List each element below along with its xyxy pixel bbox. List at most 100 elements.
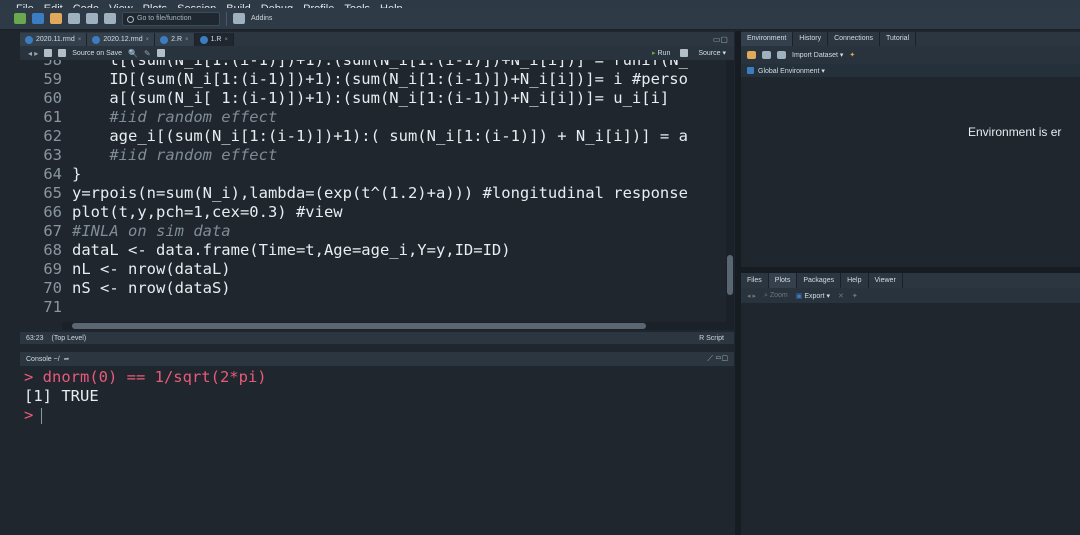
delete-plot-icon[interactable]: ✕ (838, 292, 844, 300)
tab-viewer[interactable]: Viewer (869, 273, 903, 288)
goto-dir-icon[interactable]: ➦ (64, 355, 70, 363)
grid-layout-icon[interactable] (233, 13, 245, 24)
code-text: #INLA on sim data (72, 222, 231, 240)
back-forward-icon[interactable]: ◂ ▸ (28, 49, 38, 58)
pane-window-controls-icon[interactable]: ▭▢ (713, 35, 734, 44)
editor-tab[interactable]: 2020.11.rmd × (20, 33, 88, 46)
print-icon[interactable] (104, 13, 116, 24)
broom-icon[interactable]: ✦ (849, 51, 855, 59)
code-line: 65 y=rpois(n=sum(N_i),lambda=(exp(t^(1.2)… (20, 184, 726, 203)
editor-tab[interactable]: 2.R × (155, 33, 195, 46)
line-number: 70 (43, 279, 62, 297)
code-text: t[(sum(N_i[1:(i-1)])+1):(sum(N_i[1:(i-1)… (72, 60, 688, 69)
main-toolbar: Go to file/function Addins (0, 8, 1080, 30)
tab-files[interactable]: Files (741, 273, 769, 288)
console-output[interactable]: > dnorm(0) == 1/sqrt(2*pi) [1] TRUE > (20, 366, 734, 535)
plots-body (741, 303, 1080, 535)
load-workspace-icon[interactable] (747, 51, 756, 59)
editor-tab[interactable]: 2020.12.rmd × (87, 33, 156, 46)
save-icon[interactable] (68, 13, 80, 24)
code-editor[interactable]: 58 t[(sum(N_i[1:(i-1)])+1):(sum(N_i[1:(i… (20, 60, 726, 330)
console-title[interactable]: Console ~/ (26, 356, 60, 363)
export-button[interactable]: ▣ Export ▾ (796, 292, 830, 300)
clear-plots-icon[interactable]: ✦ (852, 292, 858, 300)
line-number: 65 (43, 184, 62, 202)
code-text: ID[(sum(N_i[1:(i-1)])+1):(sum(N_i[1:(i-1… (72, 70, 688, 88)
plot-back-forward-icon[interactable]: ◂ ▸ (747, 292, 756, 300)
tab-help[interactable]: Help (841, 273, 869, 288)
close-tab-icon[interactable]: × (78, 37, 82, 43)
code-line: 63 #iid random effect (20, 146, 726, 165)
scroll-thumb[interactable] (727, 255, 733, 295)
tab-environment[interactable]: Environment (741, 32, 794, 46)
close-tab-icon[interactable]: × (146, 37, 150, 43)
console-input-line: > (24, 406, 43, 425)
line-number: 62 (43, 127, 62, 145)
tab-plots[interactable]: Plots (768, 273, 798, 288)
editor-status-bar: 63:23 (Top Level) R Script (20, 332, 734, 344)
editor-tab[interactable]: 1.R × (194, 33, 234, 46)
run-button[interactable]: ▸ Run (652, 49, 670, 57)
tab-history[interactable]: History (793, 32, 829, 46)
editor-tabs: 2020.11.rmd × 2020.12.rmd × 2.R × 1.R × (20, 32, 234, 46)
editor-tab-label: 2020.12.rmd (103, 36, 143, 43)
save-all-icon[interactable] (86, 13, 98, 24)
save-workspace-icon[interactable] (762, 51, 771, 59)
console-window-controls-icon[interactable]: ⟋ ▭▢ (707, 354, 734, 364)
addins-menu[interactable]: Addins (251, 15, 272, 22)
import-dataset-button[interactable]: Import Dataset ▾ (792, 51, 843, 59)
code-line: 69 nL <- nrow(dataL) (20, 260, 726, 279)
files-tab-bar: Files Plots Packages Help Viewer (741, 273, 1080, 288)
close-tab-icon[interactable]: × (224, 37, 228, 43)
search-icon[interactable]: 🔍 (128, 49, 138, 58)
source-on-save-checkbox[interactable]: Source on Save (72, 50, 122, 57)
environment-body: Environment is er (741, 77, 1080, 267)
code-line: 71 (20, 298, 726, 317)
zoom-button[interactable]: ⌕ Zoom (764, 292, 788, 300)
code-text: dataL <- data.frame(Time=t,Age=age_i,Y=y… (72, 241, 511, 259)
environment-scope-bar: Global Environment ▾ (741, 64, 1080, 77)
new-file-icon[interactable] (14, 13, 26, 24)
open-file-icon[interactable] (50, 13, 62, 24)
notebook-icon[interactable] (156, 49, 165, 57)
r-file-icon (160, 35, 169, 44)
source-label: Source (698, 50, 721, 57)
editor-tab-label: 2020.11.rmd (36, 36, 75, 43)
console-caret[interactable] (41, 407, 43, 424)
tab-connections[interactable]: Connections (828, 32, 880, 46)
code-text: age_i[(sum(N_i[1:(i-1)])+1):( sum(N_i[1:… (72, 127, 688, 145)
tab-tutorial[interactable]: Tutorial (880, 32, 917, 46)
code-tools-icon[interactable]: ✎ (144, 49, 151, 58)
editor-tab-label: 1.R (210, 36, 222, 43)
line-number: 66 (43, 203, 62, 221)
tab-packages[interactable]: Packages (797, 273, 842, 288)
code-line: 62 age_i[(sum(N_i[1:(i-1)])+1):( sum(N_i… (20, 127, 726, 146)
show-in-window-icon[interactable] (44, 49, 53, 57)
console-input-line: > dnorm(0) == 1/sqrt(2*pi) (24, 368, 267, 387)
cursor-position: 63:23 (26, 334, 44, 342)
close-tab-icon[interactable]: × (185, 37, 189, 43)
scroll-thumb[interactable] (72, 323, 646, 329)
run-label: Run (657, 50, 671, 57)
new-project-icon[interactable] (32, 13, 44, 24)
environment-tab-bar: Environment History Connections Tutorial (741, 32, 1080, 46)
environment-empty-message: Environment is er (968, 125, 1062, 139)
line-number: 63 (43, 146, 62, 164)
editor-vertical-scrollbar[interactable] (726, 60, 734, 330)
zoom-label: Zoom (769, 291, 788, 299)
goto-file-input[interactable]: Go to file/function (122, 11, 220, 26)
r-file-icon (92, 35, 101, 44)
line-number: 71 (43, 298, 62, 316)
source-button[interactable]: Source ▾ (698, 49, 726, 57)
file-type-selector[interactable]: R Script (699, 335, 734, 342)
environment-scope-selector[interactable]: Global Environment ▾ (758, 67, 825, 75)
editor-horizontal-scrollbar[interactable] (62, 322, 726, 330)
scope-selector[interactable]: (Top Level) (52, 335, 87, 342)
save-doc-icon[interactable] (58, 49, 67, 57)
line-number: 64 (43, 165, 62, 183)
editor-toolbar: ◂ ▸ Source on Save 🔍 ✎ ▸ Run Source ▾ (20, 46, 734, 60)
code-line: 58 t[(sum(N_i[1:(i-1)])+1):(sum(N_i[1:(i… (20, 60, 726, 70)
code-line: 68 dataL <- data.frame(Time=t,Age=age_i,Y… (20, 241, 726, 260)
rerun-icon[interactable] (680, 49, 689, 57)
import-icon (777, 51, 786, 59)
